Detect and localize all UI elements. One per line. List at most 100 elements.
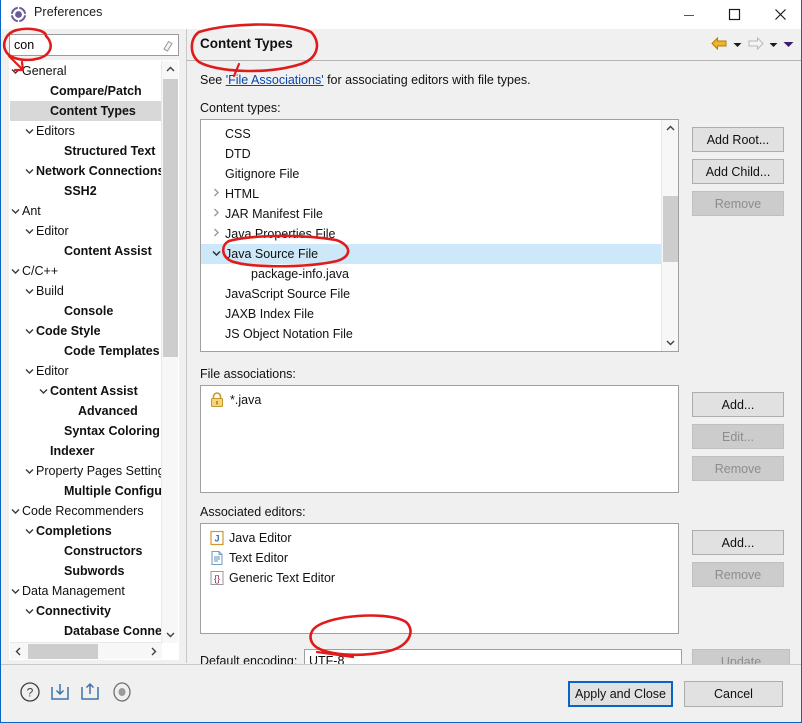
chevron-down-icon[interactable]	[37, 381, 50, 401]
content-types-scroll-down-arrow[interactable]	[662, 334, 678, 351]
forward-history-chevron-down-icon[interactable]	[767, 36, 780, 53]
file-associations-list[interactable]: *.java	[200, 385, 679, 493]
chevron-down-icon[interactable]	[10, 201, 22, 221]
tree-scrollbar-thumb[interactable]	[163, 79, 178, 357]
back-history-chevron-down-icon[interactable]	[731, 36, 744, 53]
content-type-row[interactable]: Gitignore File	[201, 164, 661, 184]
sidebar-item-syntax-coloring[interactable]: Syntax Coloring	[10, 421, 162, 441]
sidebar-item-code-style[interactable]: Code Style	[10, 321, 162, 341]
content-type-row[interactable]: DTD	[201, 144, 661, 164]
sidebar-item-subwords[interactable]: Subwords	[10, 561, 162, 581]
content-type-row[interactable]: JAXB Index File	[201, 304, 661, 324]
content-type-row[interactable]: HTML	[201, 184, 661, 204]
search-field-wrapper[interactable]	[9, 34, 179, 56]
file-association-row[interactable]: *.java	[201, 390, 671, 410]
content-type-row[interactable]: Java Properties File	[201, 224, 661, 244]
chevron-down-icon[interactable]	[23, 161, 36, 181]
file-associations-link[interactable]: 'File Associations'	[226, 73, 324, 87]
chevron-down-icon[interactable]	[10, 581, 22, 601]
search-input[interactable]	[10, 35, 158, 55]
chevron-down-icon[interactable]	[23, 121, 36, 141]
sidebar-item-connectivity[interactable]: Connectivity	[10, 601, 162, 621]
sidebar-item-ant[interactable]: Ant	[10, 201, 162, 221]
sidebar-item-multiple-configurations[interactable]: Multiple Configurations	[10, 481, 162, 501]
chevron-down-icon[interactable]	[10, 501, 22, 521]
sidebar-item-database-connections[interactable]: Database Connections	[10, 621, 162, 641]
tree-scroll-down-arrow[interactable]	[162, 626, 178, 643]
chevron-right-icon[interactable]	[209, 204, 223, 224]
sidebar-item-content-assist[interactable]: Content Assist	[10, 381, 162, 401]
sidebar-item-ssh2[interactable]: SSH2	[10, 181, 162, 201]
view-menu-chevron-down-icon[interactable]	[782, 36, 795, 53]
export-icon[interactable]	[79, 681, 101, 703]
sidebar-item-data-management[interactable]: Data Management	[10, 581, 162, 601]
chevron-down-icon[interactable]	[23, 221, 36, 241]
sidebar-item-advanced[interactable]: Advanced	[10, 401, 162, 421]
sidebar-item-general[interactable]: General	[10, 61, 162, 81]
chevron-down-icon[interactable]	[10, 261, 22, 281]
sidebar-item-editor[interactable]: Editor	[10, 361, 162, 381]
tree-horizontal-scrollbar[interactable]	[10, 642, 162, 659]
associated-editor-row[interactable]: J Java Editor	[201, 528, 671, 548]
chevron-down-icon[interactable]	[23, 361, 36, 381]
content-types-scroll-up-arrow[interactable]	[662, 120, 678, 137]
content-type-row[interactable]: Java Source File	[201, 244, 661, 264]
content-types-add-child-button[interactable]: Add Child...	[692, 159, 784, 184]
associated-editors-list[interactable]: J Java Editor Text Editor {} Generic Text Ed…	[200, 523, 679, 634]
content-types-add-root-button[interactable]: Add Root...	[692, 127, 784, 152]
sidebar-item-constructors[interactable]: Constructors	[10, 541, 162, 561]
sidebar-item-structured-text[interactable]: Structured Text	[10, 141, 162, 161]
sidebar-item-content-types[interactable]: Content Types	[10, 101, 162, 121]
associated-editor-row[interactable]: Text Editor	[201, 548, 671, 568]
sidebar-item-code-templates[interactable]: Code Templates	[10, 341, 162, 361]
cancel-button[interactable]: Cancel	[684, 681, 783, 707]
close-button[interactable]	[758, 0, 801, 29]
sidebar-item-completions[interactable]: Completions	[10, 521, 162, 541]
preferences-tree[interactable]: General Compare/Patch Content Types Editors…	[10, 61, 162, 643]
sidebar-item-network-connections[interactable]: Network Connections	[10, 161, 162, 181]
restore-defaults-icon[interactable]	[111, 681, 133, 703]
chevron-down-icon[interactable]	[209, 244, 223, 264]
sidebar-item-editor[interactable]: Editor	[10, 221, 162, 241]
maximize-button[interactable]	[712, 0, 757, 29]
sidebar-item-property-pages-settings[interactable]: Property Pages Settings	[10, 461, 162, 481]
file-associations-add-button[interactable]: Add...	[692, 392, 784, 417]
content-types-list[interactable]: CSS DTD Gitignore File HTML JAR Manifest Fil…	[200, 119, 679, 352]
minimize-button[interactable]	[666, 0, 711, 29]
tree-vertical-scrollbar[interactable]	[161, 61, 178, 643]
sidebar-item-compare-patch[interactable]: Compare/Patch	[10, 81, 162, 101]
eraser-icon[interactable]	[160, 38, 175, 53]
tree-scroll-up-arrow[interactable]	[162, 61, 178, 78]
associated-editors-add-button[interactable]: Add...	[692, 530, 784, 555]
sidebar-item-build[interactable]: Build	[10, 281, 162, 301]
sidebar-item-indexer[interactable]: Indexer	[10, 441, 162, 461]
sidebar-item-c-c[interactable]: C/C++	[10, 261, 162, 281]
content-type-row[interactable]: JavaScript Source File	[201, 284, 661, 304]
import-icon[interactable]	[49, 681, 71, 703]
content-type-row[interactable]: package-info.java	[201, 264, 661, 284]
chevron-right-icon[interactable]	[209, 184, 223, 204]
chevron-down-icon[interactable]	[23, 521, 36, 541]
chevron-down-icon[interactable]	[23, 601, 36, 621]
content-types-scrollbar-thumb[interactable]	[663, 196, 678, 262]
chevron-right-icon[interactable]	[209, 224, 223, 244]
content-types-scrollbar[interactable]	[661, 120, 678, 351]
help-icon[interactable]: ?	[19, 681, 41, 703]
sidebar-item-console[interactable]: Console	[10, 301, 162, 321]
chevron-down-icon[interactable]	[23, 461, 36, 481]
chevron-down-icon[interactable]	[23, 281, 36, 301]
sidebar-item-content-assist[interactable]: Content Assist	[10, 241, 162, 261]
content-type-row[interactable]: CSS	[201, 124, 661, 144]
tree-scroll-left-arrow[interactable]	[10, 643, 27, 659]
content-type-row[interactable]: JS Object Notation File	[201, 324, 661, 344]
content-type-row[interactable]: JAR Manifest File	[201, 204, 661, 224]
chevron-down-icon[interactable]	[10, 61, 22, 81]
tree-hscrollbar-thumb[interactable]	[28, 644, 98, 659]
tree-scroll-right-arrow[interactable]	[145, 643, 162, 659]
apply-and-close-button[interactable]: Apply and Close	[568, 681, 673, 707]
associated-editor-row[interactable]: {} Generic Text Editor	[201, 568, 671, 588]
sidebar-item-code-recommenders[interactable]: Code Recommenders	[10, 501, 162, 521]
arrow-left-icon[interactable]	[710, 36, 729, 53]
chevron-down-icon[interactable]	[23, 321, 36, 341]
sidebar-item-editors[interactable]: Editors	[10, 121, 162, 141]
